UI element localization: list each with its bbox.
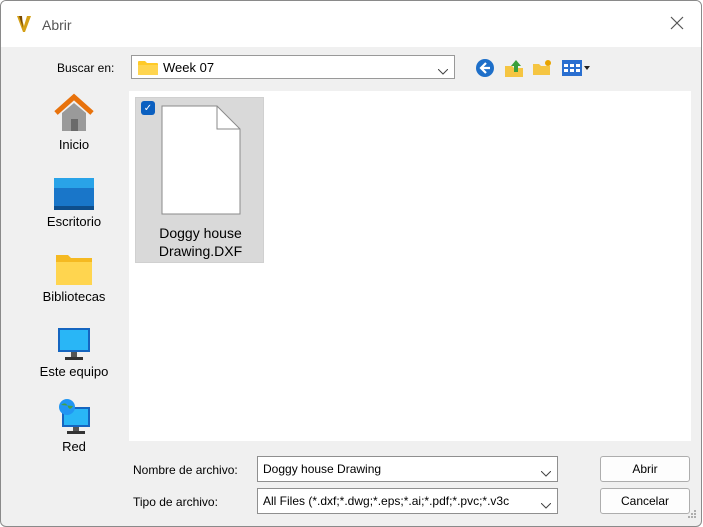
filetype-value: All Files (*.dxf;*.dwg;*.eps;*.ai;*.pdf;… (263, 494, 510, 508)
place-label: Escritorio (46, 214, 102, 229)
lookin-dropdown[interactable]: Week 07 (131, 55, 455, 79)
library-folder-icon (56, 255, 92, 285)
new-folder-button[interactable] (532, 58, 552, 81)
place-label: Este equipo (39, 364, 109, 379)
file-list[interactable]: ✓ Doggy house Drawing.DXF (129, 91, 691, 441)
file-name: Doggy house Drawing.DXF (136, 224, 265, 260)
up-folder-icon (505, 60, 523, 77)
document-icon (161, 105, 241, 218)
computer-icon (58, 328, 90, 360)
place-label: Inicio (58, 137, 90, 152)
file-name-line: Drawing.DXF (158, 243, 243, 259)
place-escritorio[interactable]: Escritorio (28, 176, 120, 229)
close-icon (670, 14, 684, 35)
place-label: Red (62, 439, 86, 454)
filename-value: Doggy house Drawing (263, 462, 382, 476)
file-item[interactable]: ✓ Doggy house Drawing.DXF (135, 97, 264, 263)
view-menu-button[interactable] (561, 58, 595, 81)
place-red[interactable]: Red (28, 397, 120, 454)
filetype-label: Tipo de archivo: (133, 495, 218, 509)
filename-field[interactable]: Doggy house Drawing (257, 456, 558, 482)
filename-label: Nombre de archivo: (133, 463, 238, 477)
chevron-down-icon (540, 465, 552, 480)
lookin-label: Buscar en: (57, 61, 115, 75)
chevron-down-icon (540, 497, 552, 512)
open-button[interactable]: Abrir (600, 456, 690, 482)
home-icon (54, 93, 94, 131)
back-button[interactable] (475, 58, 495, 81)
close-button[interactable] (657, 9, 697, 39)
place-bibliotecas[interactable]: Bibliotecas (28, 251, 120, 304)
title-bar: Abrir (1, 1, 701, 47)
folder-icon (138, 61, 158, 78)
resize-grip-icon[interactable] (687, 507, 697, 522)
open-dialog: Abrir Buscar en: Week 07 Inicio Escritor… (0, 0, 702, 527)
place-label: Bibliotecas (42, 289, 106, 304)
app-logo-icon (15, 15, 33, 36)
new-folder-icon (533, 60, 551, 75)
lookin-value: Week 07 (163, 60, 215, 75)
filetype-dropdown[interactable]: All Files (*.dxf;*.dwg;*.eps;*.ai;*.pdf;… (257, 488, 558, 514)
view-grid-icon (562, 60, 590, 76)
cancel-button[interactable]: Cancelar (600, 488, 690, 514)
place-este-equipo[interactable]: Este equipo (28, 326, 120, 379)
chevron-down-icon (437, 63, 449, 78)
file-name-line: Doggy house (159, 225, 242, 241)
selected-checkbox[interactable]: ✓ (141, 101, 155, 115)
back-arrow-icon (476, 59, 494, 77)
desktop-icon (54, 178, 94, 210)
window-title: Abrir (42, 17, 72, 33)
up-folder-button[interactable] (504, 58, 524, 81)
place-inicio[interactable]: Inicio (28, 91, 120, 152)
network-icon (59, 399, 90, 434)
